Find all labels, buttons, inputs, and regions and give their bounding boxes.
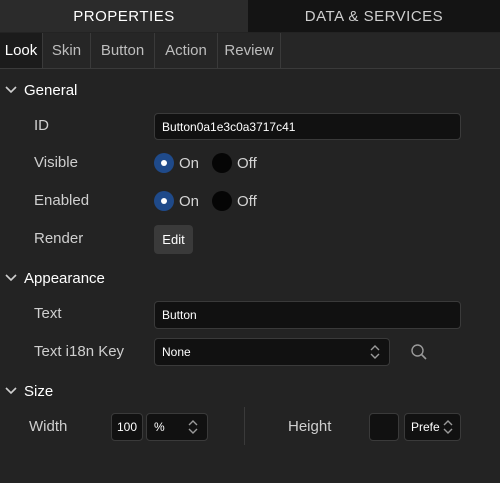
height-unit-value: Prefe (411, 420, 440, 434)
id-label: ID (34, 117, 49, 134)
render-label: Render (34, 230, 84, 247)
search-icon[interactable] (410, 343, 428, 361)
radio-unselected-icon (212, 153, 232, 173)
height-label: Height (288, 418, 332, 435)
section-size[interactable]: Size (0, 381, 53, 401)
visible-label: Visible (34, 154, 78, 171)
radio-selected-icon (154, 153, 174, 173)
enabled-off-radio[interactable]: Off (212, 191, 257, 211)
chevron-down-icon (0, 381, 22, 401)
i18n-select[interactable]: None (154, 338, 390, 366)
enabled-on-radio[interactable]: On (154, 191, 199, 211)
id-input[interactable]: Button0a1e3c0a3717c41 (154, 113, 461, 140)
chevron-down-icon (0, 80, 22, 100)
chevron-down-icon (0, 268, 22, 288)
radio-label: On (179, 192, 200, 210)
text-value: Button (162, 308, 197, 322)
sub-tabs: Look Skin Button Action Review (0, 33, 500, 69)
i18n-label: Text i18n Key (34, 343, 125, 360)
radio-unselected-icon (212, 191, 232, 211)
width-label: Width (29, 418, 68, 435)
edit-button[interactable]: Edit (154, 225, 193, 254)
tab-properties[interactable]: PROPERTIES (0, 0, 248, 32)
visible-on-radio[interactable]: On (154, 153, 199, 173)
section-general[interactable]: General (0, 80, 77, 100)
size-divider (244, 407, 245, 445)
tab-skin[interactable]: Skin (43, 33, 91, 68)
radio-label: Off (237, 154, 257, 172)
section-title: Appearance (24, 269, 105, 287)
tab-review[interactable]: Review (218, 33, 281, 68)
section-appearance[interactable]: Appearance (0, 268, 105, 288)
height-input[interactable] (369, 413, 399, 441)
visible-off-radio[interactable]: Off (212, 153, 257, 173)
enabled-label: Enabled (34, 192, 90, 209)
width-unit-value: % (154, 420, 165, 434)
radio-label: On (179, 154, 200, 172)
tab-button[interactable]: Button (91, 33, 155, 68)
tab-look[interactable]: Look (0, 33, 43, 68)
width-input[interactable]: 100 (111, 413, 143, 441)
width-value: 100 (117, 420, 138, 434)
tab-action[interactable]: Action (155, 33, 218, 68)
select-arrows-icon (369, 344, 381, 360)
select-arrows-icon (442, 419, 454, 435)
tab-data-services[interactable]: DATA & SERVICES (248, 0, 500, 32)
text-input[interactable]: Button (154, 301, 461, 329)
i18n-value: None (162, 345, 191, 359)
top-tabs: PROPERTIES DATA & SERVICES (0, 0, 500, 32)
radio-selected-icon (154, 191, 174, 211)
select-arrows-icon (187, 419, 199, 435)
section-title: Size (24, 382, 54, 400)
id-value: Button0a1e3c0a3717c41 (162, 119, 296, 134)
width-unit-select[interactable]: % (146, 413, 208, 441)
radio-label: Off (237, 192, 257, 210)
height-unit-select[interactable]: Prefe (404, 413, 461, 441)
text-label: Text (34, 305, 62, 322)
section-title: General (24, 81, 78, 99)
